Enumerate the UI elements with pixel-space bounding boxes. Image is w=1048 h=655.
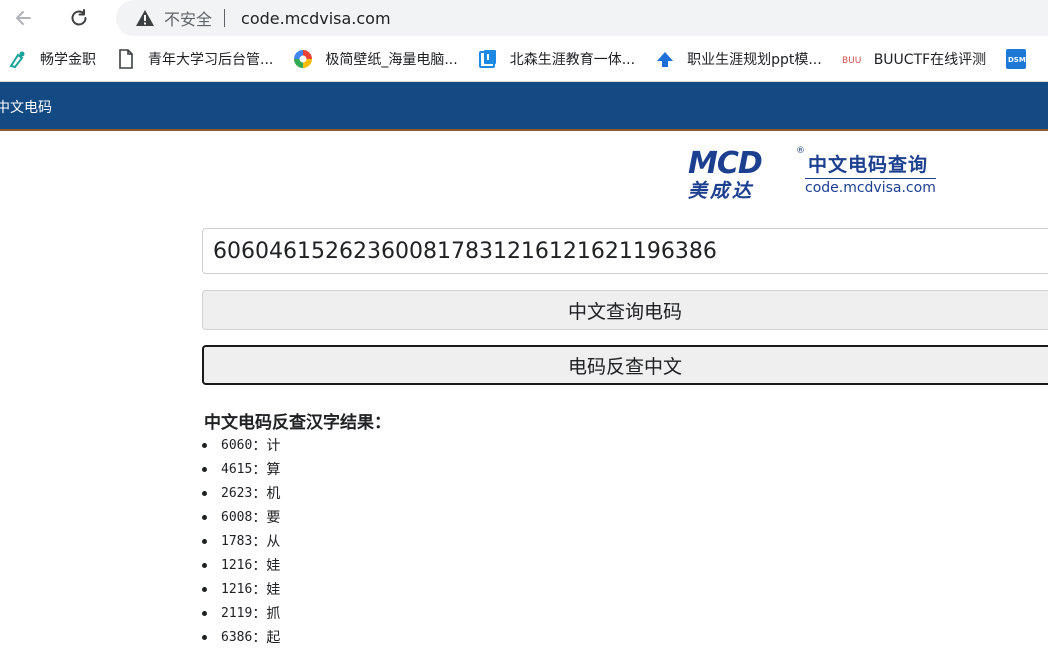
url-text[interactable]: code.mcdvisa.com — [241, 9, 391, 28]
document-icon — [116, 48, 136, 69]
bullet — [202, 610, 207, 616]
bookmark-label: 职业生涯规划ppt模... — [687, 51, 822, 68]
result-char: 要 — [266, 510, 281, 526]
arrow-left-icon — [16, 11, 31, 25]
result-sep: ： — [252, 462, 267, 478]
list-item: 1216：娃 — [202, 577, 280, 601]
list-item: 2623：机 — [202, 481, 280, 505]
result-code: 6386 — [221, 629, 253, 645]
bookmark-item[interactable]: 北森生涯教育一体... — [478, 44, 635, 74]
bookmark-label: 畅学金职 — [40, 51, 96, 68]
list-item: 6008：要 — [202, 505, 280, 529]
results-list: 6060：计 4615：算 2623：机 6008：要 1783：从 1216：… — [202, 433, 280, 649]
chinese-to-code-button[interactable]: 中文查询电码 — [202, 290, 1048, 330]
bookmark-label: BUUCTF在线评测 — [873, 51, 987, 68]
svg-text:DSM: DSM — [1008, 56, 1026, 64]
site-nav-bar: 中文电码 — [0, 82, 1048, 131]
bookmark-item[interactable]: 极简壁纸_海量电脑... — [293, 44, 458, 74]
result-code: 2623 — [221, 485, 253, 501]
result-sep: ： — [252, 438, 267, 454]
result-code: 6008 — [221, 509, 253, 525]
result-char: 从 — [266, 534, 281, 550]
back-button[interactable] — [8, 4, 38, 32]
result-char: 抓 — [266, 606, 281, 622]
reload-button[interactable] — [64, 4, 94, 32]
result-code: 1216 — [221, 581, 253, 597]
bullet — [202, 514, 207, 520]
bookmark-item[interactable]: 青年大学习后台管... — [116, 44, 273, 74]
result-char: 计 — [266, 438, 281, 454]
bookmarks-bar: 畅学金职 青年大学习后台管... 极简壁纸_海量电脑... 北森生涯教育一体..… — [0, 36, 1048, 82]
bookmark-item[interactable]: DSM — [1006, 44, 1038, 74]
bookmark-item[interactable]: 畅学金职 — [8, 44, 96, 74]
results-title: 中文电码反查汉字结果： — [204, 413, 391, 433]
code-input[interactable] — [202, 228, 1048, 274]
bookmark-item[interactable]: 职业生涯规划ppt模... — [655, 44, 822, 74]
bookmark-label: 极简壁纸_海量电脑... — [325, 51, 458, 68]
list-item: 6060：计 — [202, 433, 280, 457]
logo-title: 中文电码查询 — [808, 154, 929, 176]
result-sep: ： — [252, 582, 267, 598]
buu-icon: BUU — [842, 49, 862, 69]
list-item: 4615：算 — [202, 457, 280, 481]
bullet — [202, 538, 207, 544]
bullet — [202, 466, 207, 472]
site-logo[interactable]: MCD ® 美成达 中文电码查询 code.mcdvisa.com — [688, 146, 940, 202]
code-to-chinese-button[interactable]: 电码反查中文 — [202, 345, 1048, 385]
arrow-logo-icon — [655, 49, 675, 69]
result-sep: ： — [252, 558, 267, 574]
result-sep: ： — [252, 606, 267, 622]
result-sep: ： — [252, 486, 267, 502]
bullet — [202, 490, 207, 496]
pen-nib-icon — [8, 49, 28, 69]
result-char: 机 — [266, 486, 281, 502]
bullet — [202, 634, 207, 640]
bookmark-label: 北森生涯教育一体... — [509, 51, 636, 68]
list-item: 1216：娃 — [202, 553, 280, 577]
result-code: 6060 — [221, 437, 253, 453]
book-icon — [478, 49, 498, 69]
pinwheel-icon — [293, 49, 313, 69]
result-code: 4615 — [221, 461, 253, 477]
site-nav-title[interactable]: 中文电码 — [0, 97, 52, 117]
result-code: 1783 — [221, 533, 253, 549]
logo-brand-cn: 美成达 — [688, 180, 755, 202]
address-bar[interactable]: 不安全 code.mcdvisa.com — [116, 0, 1048, 36]
result-char: 起 — [266, 630, 281, 646]
browser-toolbar: 不安全 code.mcdvisa.com — [0, 0, 1048, 36]
bullet — [202, 442, 207, 448]
dsm-icon: DSM — [1006, 48, 1027, 69]
result-sep: ： — [252, 510, 267, 526]
result-code: 2119 — [221, 605, 253, 621]
logo-domain: code.mcdvisa.com — [805, 178, 936, 196]
result-code: 1216 — [221, 557, 253, 573]
bullet — [202, 586, 207, 592]
result-char: 算 — [266, 462, 281, 478]
registered-mark: ® — [796, 146, 805, 156]
list-item: 1783：从 — [202, 529, 280, 553]
list-item: 2119：抓 — [202, 601, 280, 625]
list-item: 6386：起 — [202, 625, 280, 649]
bullet — [202, 562, 207, 568]
svg-text:BUU: BUU — [842, 56, 861, 66]
result-sep: ： — [252, 534, 267, 550]
warning-icon[interactable] — [134, 7, 156, 29]
divider — [224, 9, 226, 27]
bookmark-label: 青年大学习后台管... — [148, 51, 274, 68]
result-char: 娃 — [266, 558, 281, 574]
reload-icon — [71, 9, 87, 26]
result-sep: ： — [252, 630, 267, 646]
bookmark-item[interactable]: BUU BUUCTF在线评测 — [842, 44, 986, 74]
insecure-label: 不安全 — [164, 10, 213, 29]
result-char: 娃 — [266, 582, 281, 598]
